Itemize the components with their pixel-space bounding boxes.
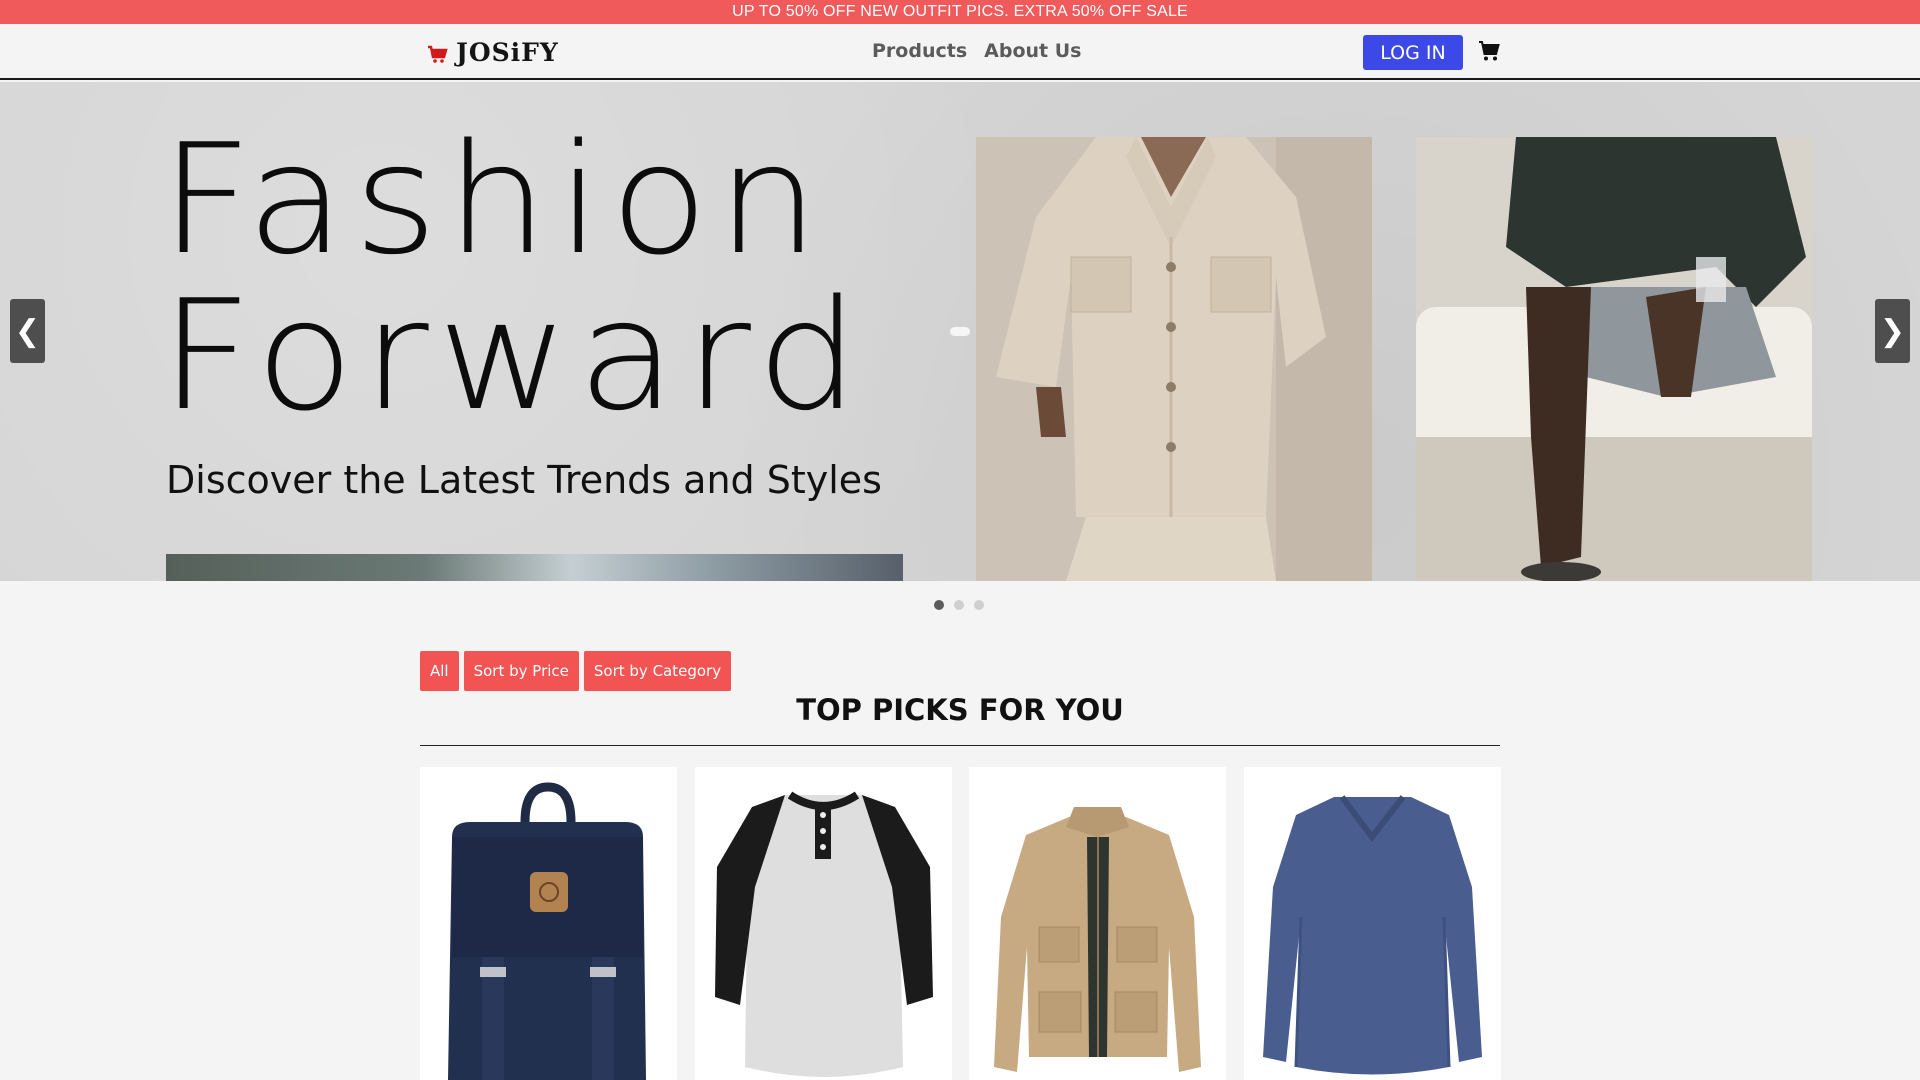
carousel-dot-1[interactable] (934, 600, 944, 610)
promo-banner: UP TO 50% OFF NEW OUTFIT PICS. EXTRA 50%… (0, 0, 1920, 24)
logo-wordmark: JOSiFY (456, 38, 559, 67)
jacket-image (994, 807, 1201, 1072)
nav-about-us[interactable]: About Us (984, 40, 1081, 62)
filter-bar: All Sort by Price Sort by Category (420, 651, 732, 691)
hero-photo-seated-man (1416, 137, 1812, 581)
sort-by-category-button[interactable]: Sort by Category (583, 651, 732, 691)
hero-photo-beige-outfit (976, 137, 1372, 581)
login-button[interactable]: LOG IN (1363, 35, 1463, 70)
section-title: TOP PICKS FOR YOU (796, 693, 1124, 727)
hero-title-line-2: Forward (160, 267, 868, 444)
product-card[interactable] (420, 767, 677, 1080)
logo[interactable]: JOSiFY (426, 38, 559, 67)
carousel-dot-3[interactable] (974, 600, 984, 610)
main-nav: Products About Us (872, 40, 1081, 62)
cart-logo-icon (428, 45, 448, 63)
carousel-center-indicator (950, 327, 970, 336)
product-card[interactable] (1244, 767, 1501, 1080)
site-header: JOSiFY Products About Us LOG IN (0, 24, 1920, 80)
product-card[interactable] (695, 767, 952, 1080)
promo-text: UP TO 50% OFF NEW OUTFIT PICS. EXTRA 50%… (732, 3, 1188, 20)
hero-subtitle: Discover the Latest Trends and Styles (166, 458, 882, 502)
filter-all-button[interactable]: All (420, 651, 459, 691)
carousel-prev-button[interactable]: ❮ (10, 299, 45, 363)
sort-by-price-button[interactable]: Sort by Price (463, 651, 579, 691)
carousel-dot-2[interactable] (954, 600, 964, 610)
section-divider (420, 745, 1500, 746)
backpack-image (448, 782, 646, 1080)
hero-carousel: Fashion Forward Discover the Latest Tren… (0, 82, 1920, 581)
product-card[interactable] (969, 767, 1226, 1080)
sweater-image (1263, 795, 1482, 1075)
hero-title: Fashion Forward (160, 122, 867, 434)
hero-model-photo-strip (166, 554, 903, 581)
raglan-shirt-image (715, 791, 933, 1077)
carousel-dots (934, 600, 984, 610)
nav-products[interactable]: Products (872, 40, 967, 62)
cart-icon[interactable] (1478, 40, 1500, 62)
carousel-next-button[interactable]: ❯ (1875, 299, 1910, 363)
hero-title-line-1: Fashion (160, 111, 828, 288)
